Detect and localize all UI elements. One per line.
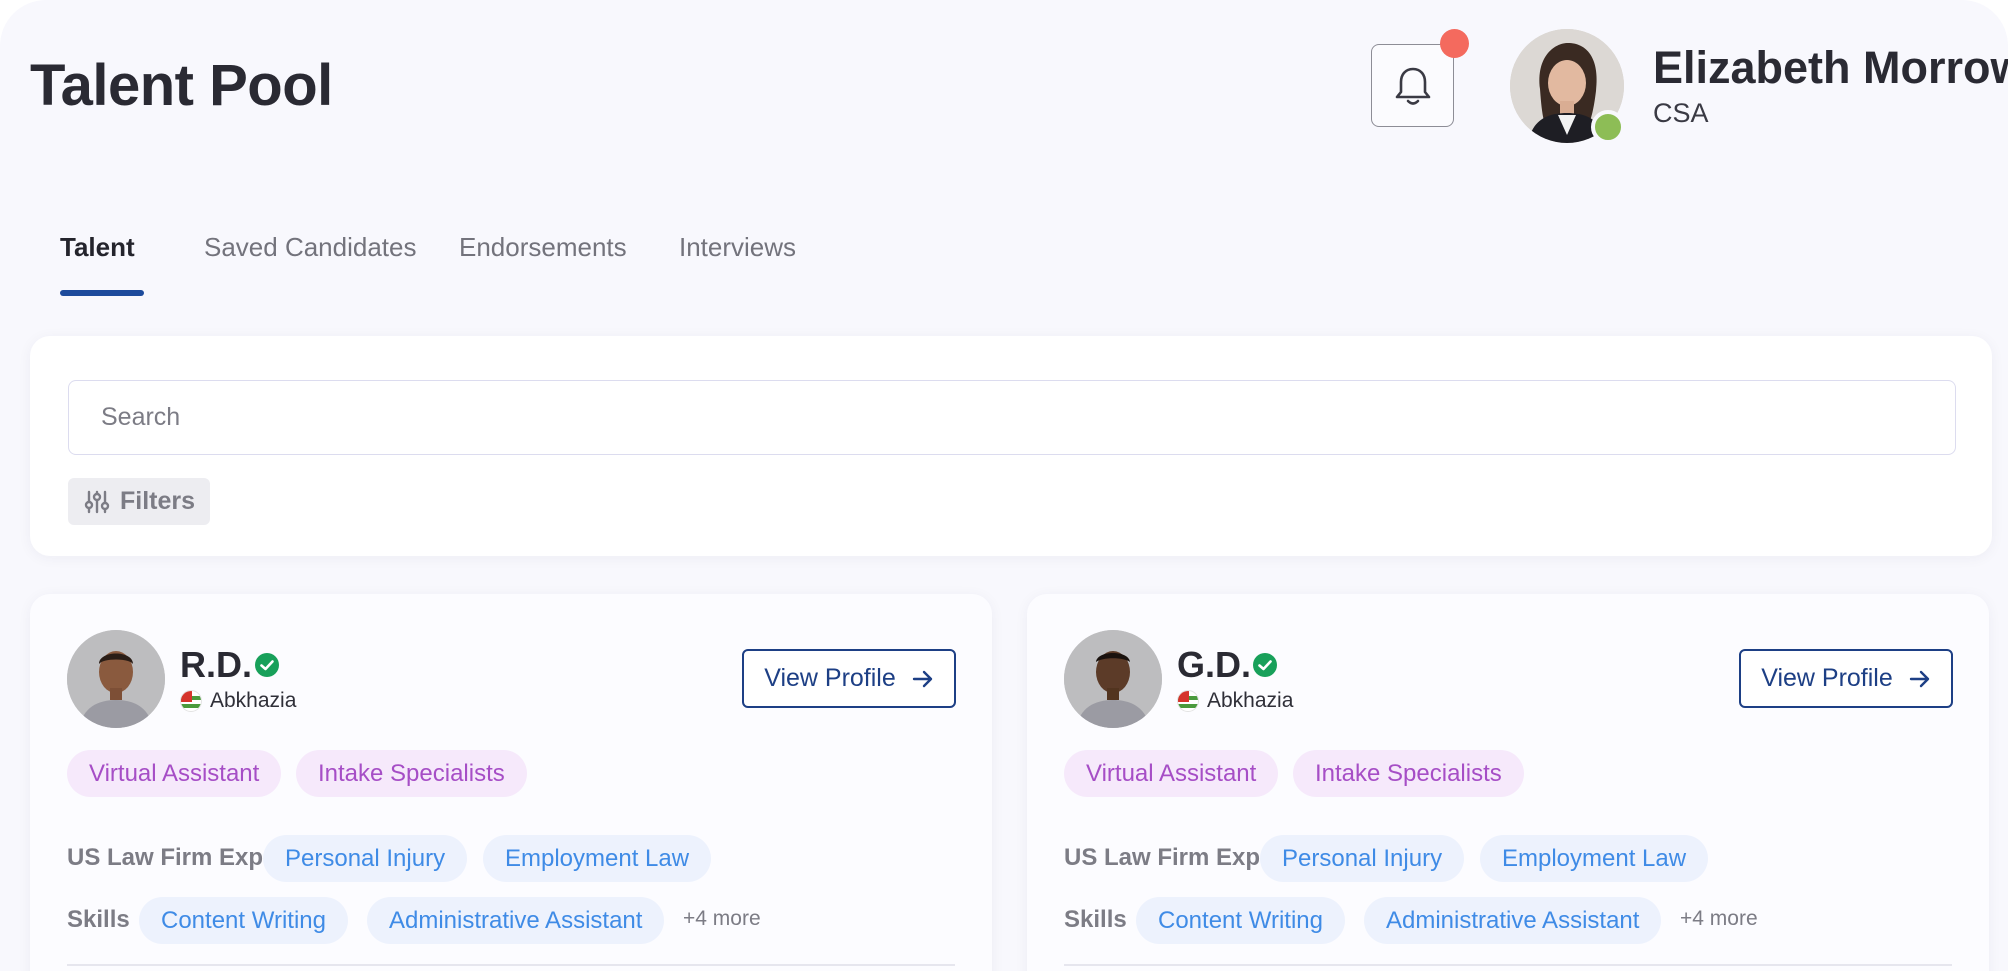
app-window: Talent Pool Elizabeth Morrow CSA Talent …	[0, 0, 2008, 971]
view-profile-button[interactable]: View Profile	[1739, 649, 1953, 708]
sliders-icon	[84, 490, 110, 513]
flag-icon	[180, 690, 202, 712]
role-chip: Intake Specialists	[1293, 750, 1524, 797]
search-input[interactable]	[68, 380, 1956, 455]
search-panel: Filters	[30, 336, 1992, 556]
bell-icon	[1395, 67, 1430, 105]
card-divider	[1064, 964, 1952, 966]
page-title: Talent Pool	[30, 53, 333, 118]
view-profile-button[interactable]: View Profile	[742, 649, 956, 708]
law-exp-chip: Personal Injury	[1260, 835, 1465, 882]
check-badge-icon	[255, 653, 279, 677]
tab-endorsements[interactable]: Endorsements	[459, 232, 627, 263]
flag-icon	[1177, 690, 1199, 712]
active-tab-indicator	[60, 290, 144, 296]
role-chip: Virtual Assistant	[1064, 750, 1279, 797]
skill-chip: Administrative Assistant	[1364, 897, 1662, 944]
tab-interviews[interactable]: Interviews	[679, 232, 796, 263]
skills-label: Skills	[67, 906, 130, 933]
law-exp-label: US Law Firm Exp	[67, 844, 264, 871]
tab-talent[interactable]: Talent	[60, 232, 135, 263]
view-profile-label: View Profile	[764, 664, 896, 692]
country-name: Abkhazia	[1207, 689, 1294, 712]
arrow-right-icon	[912, 670, 932, 687]
online-status-indicator	[1591, 110, 1625, 144]
skill-chip: Content Writing	[1136, 897, 1345, 944]
more-skills-link[interactable]: +4 more	[1680, 907, 1758, 931]
candidate-card: R.D. Abkhazia View Profile Virtual Assis…	[30, 594, 992, 971]
user-role: CSA	[1653, 98, 1709, 128]
arrow-right-icon	[1909, 670, 1929, 687]
notifications-button[interactable]	[1371, 44, 1454, 127]
law-exp-label: US Law Firm Exp	[1064, 844, 1261, 871]
candidate-photo	[67, 630, 165, 728]
notification-badge	[1440, 29, 1469, 58]
law-exp-chip: Employment Law	[483, 835, 712, 882]
card-divider	[67, 964, 955, 966]
filters-button[interactable]: Filters	[68, 478, 210, 525]
tab-saved-candidates[interactable]: Saved Candidates	[204, 232, 416, 263]
filters-label: Filters	[120, 487, 196, 515]
law-exp-chip: Personal Injury	[263, 835, 468, 882]
role-chip: Intake Specialists	[296, 750, 527, 797]
candidate-photo	[1064, 630, 1162, 728]
law-exp-chip: Employment Law	[1480, 835, 1709, 882]
skill-chip: Content Writing	[139, 897, 348, 944]
country-name: Abkhazia	[210, 689, 297, 712]
skills-label: Skills	[1064, 906, 1127, 933]
candidate-country: Abkhazia	[1177, 689, 1293, 713]
check-badge-icon	[1253, 653, 1277, 677]
view-profile-label: View Profile	[1761, 664, 1893, 692]
user-name: Elizabeth Morrow	[1653, 42, 2008, 93]
candidate-name: R.D.	[180, 644, 252, 685]
user-avatar[interactable]	[1510, 29, 1625, 144]
candidate-card: G.D. Abkhazia View Profile Virtual Assis…	[1027, 594, 1989, 971]
candidate-name: G.D.	[1177, 644, 1252, 685]
candidate-country: Abkhazia	[180, 689, 296, 713]
role-chip: Virtual Assistant	[67, 750, 282, 797]
skill-chip: Administrative Assistant	[367, 897, 665, 944]
more-skills-link[interactable]: +4 more	[683, 907, 761, 931]
